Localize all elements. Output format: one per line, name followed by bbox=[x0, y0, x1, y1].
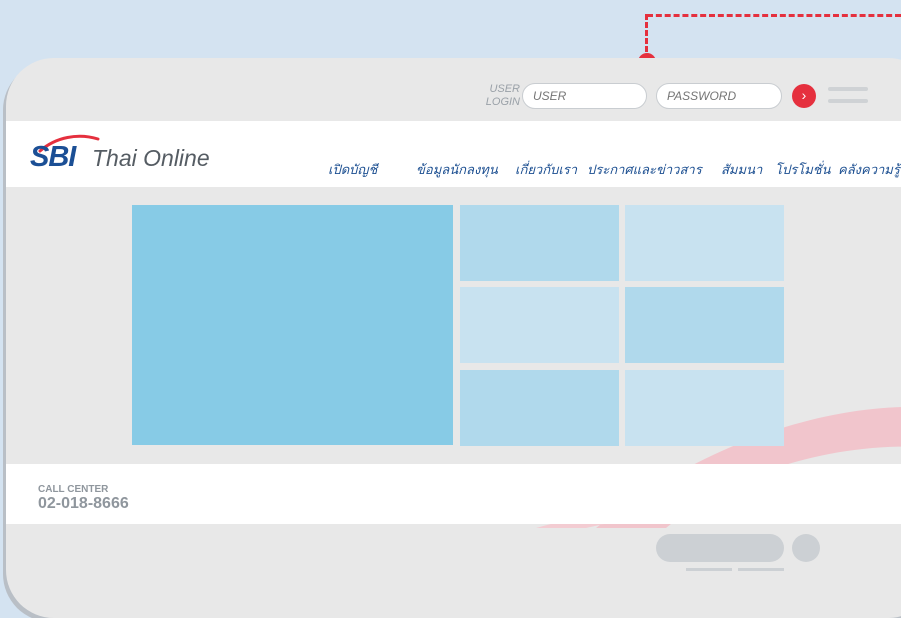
nav-item-open-account[interactable]: เปิดบัญชี bbox=[328, 159, 377, 180]
content-tile[interactable] bbox=[460, 205, 619, 281]
nav-item-about-us[interactable]: เกี่ยวกับเรา bbox=[515, 159, 577, 180]
site-header: SBI Thai Online เปิดบัญชี ข้อมูลนักลงทุน… bbox=[6, 121, 901, 187]
placeholder-line bbox=[686, 568, 732, 571]
footer-bar: CALL CENTER 02-018-8666 bbox=[6, 464, 901, 524]
nav-item-seminar[interactable]: สัมมนา bbox=[721, 159, 762, 180]
user-login-label: USER LOGIN bbox=[485, 83, 520, 108]
hero-banner-tile[interactable] bbox=[132, 205, 453, 445]
nav-item-promotion[interactable]: โปรโมชั่น bbox=[775, 159, 830, 180]
logo-text: Thai Online bbox=[92, 145, 210, 171]
content-tile[interactable] bbox=[625, 205, 784, 281]
content-tile[interactable] bbox=[625, 287, 784, 363]
nav-item-news[interactable]: ประกาศและข่าวสาร bbox=[587, 159, 702, 180]
password-input[interactable] bbox=[656, 83, 782, 109]
nav-item-investor-info[interactable]: ข้อมูลนักลงทุน bbox=[416, 159, 498, 180]
logo-mark: SBI bbox=[30, 141, 76, 173]
call-center-label: CALL CENTER bbox=[38, 484, 109, 495]
content-tile[interactable] bbox=[625, 370, 784, 446]
chevron-right-icon: › bbox=[801, 87, 807, 103]
sbi-logo[interactable]: SBI Thai Online bbox=[26, 134, 226, 173]
hamburger-menu-icon[interactable] bbox=[828, 87, 868, 107]
browser-mockup: USER LOGIN › SBI Thai Online เปิดบัญชี ข… bbox=[6, 58, 901, 618]
content-tile[interactable] bbox=[460, 287, 619, 363]
content-tile[interactable] bbox=[460, 370, 619, 446]
placeholder-round-button[interactable] bbox=[792, 534, 820, 562]
call-center-number[interactable]: 02-018-8666 bbox=[38, 495, 129, 513]
placeholder-line bbox=[738, 568, 784, 571]
user-input[interactable] bbox=[522, 83, 647, 109]
login-submit-button[interactable]: › bbox=[792, 84, 816, 108]
placeholder-pill-button[interactable] bbox=[656, 534, 784, 562]
annotation-dashed-line bbox=[647, 14, 901, 17]
nav-item-knowledge[interactable]: คลังความรู้ bbox=[838, 159, 900, 180]
